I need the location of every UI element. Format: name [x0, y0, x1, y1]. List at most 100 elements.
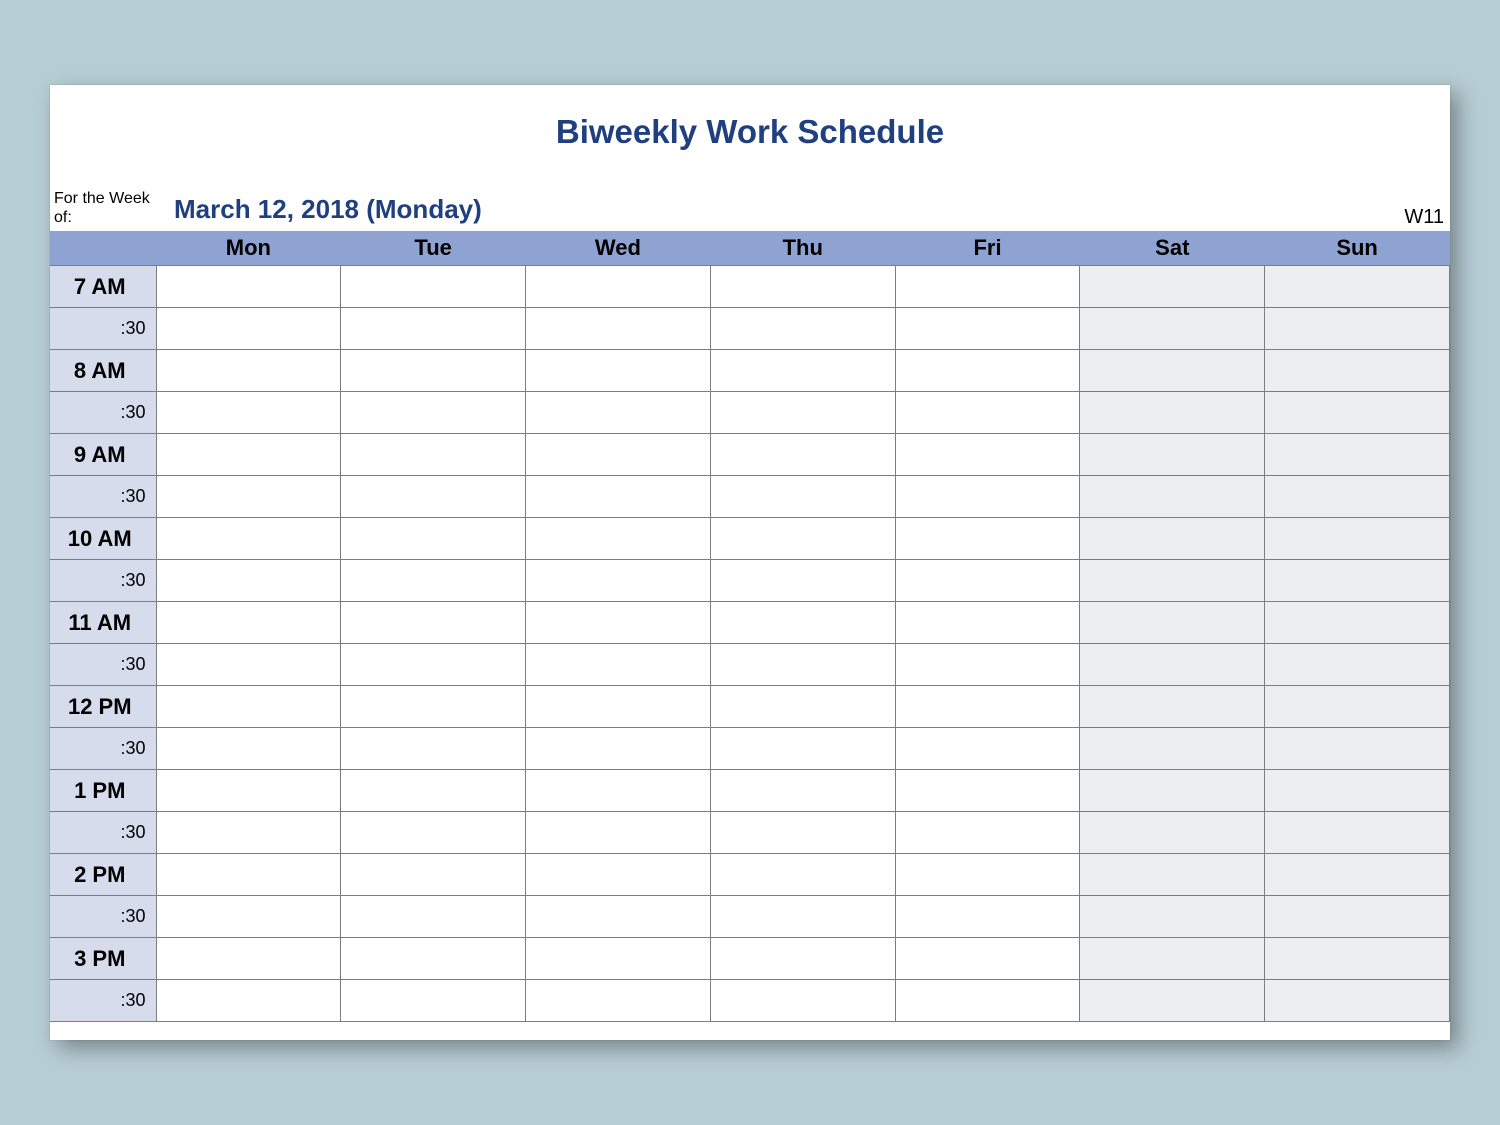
- schedule-cell[interactable]: [156, 980, 341, 1022]
- schedule-cell[interactable]: [526, 350, 711, 392]
- schedule-cell[interactable]: [1080, 434, 1265, 476]
- schedule-cell[interactable]: [526, 896, 711, 938]
- schedule-cell[interactable]: [526, 770, 711, 812]
- schedule-cell[interactable]: [341, 896, 526, 938]
- schedule-cell[interactable]: [341, 812, 526, 854]
- schedule-cell[interactable]: [1265, 938, 1450, 980]
- schedule-cell[interactable]: [1265, 350, 1450, 392]
- schedule-cell[interactable]: [1080, 350, 1265, 392]
- schedule-cell[interactable]: [156, 644, 341, 686]
- schedule-cell[interactable]: [526, 476, 711, 518]
- schedule-cell[interactable]: [341, 560, 526, 602]
- schedule-cell[interactable]: [1080, 560, 1265, 602]
- schedule-cell[interactable]: [341, 434, 526, 476]
- schedule-cell[interactable]: [710, 434, 895, 476]
- schedule-cell[interactable]: [1080, 896, 1265, 938]
- schedule-cell[interactable]: [1080, 602, 1265, 644]
- schedule-cell[interactable]: [1265, 770, 1450, 812]
- schedule-cell[interactable]: [1265, 854, 1450, 896]
- schedule-cell[interactable]: [1080, 476, 1265, 518]
- schedule-cell[interactable]: [1265, 560, 1450, 602]
- schedule-cell[interactable]: [526, 728, 711, 770]
- schedule-cell[interactable]: [1265, 728, 1450, 770]
- schedule-cell[interactable]: [156, 812, 341, 854]
- schedule-cell[interactable]: [341, 770, 526, 812]
- schedule-cell[interactable]: [156, 266, 341, 308]
- schedule-cell[interactable]: [1080, 938, 1265, 980]
- schedule-cell[interactable]: [895, 644, 1080, 686]
- schedule-cell[interactable]: [710, 896, 895, 938]
- schedule-cell[interactable]: [526, 854, 711, 896]
- schedule-cell[interactable]: [341, 938, 526, 980]
- schedule-cell[interactable]: [341, 392, 526, 434]
- schedule-cell[interactable]: [526, 812, 711, 854]
- schedule-cell[interactable]: [156, 602, 341, 644]
- schedule-cell[interactable]: [156, 560, 341, 602]
- schedule-cell[interactable]: [710, 770, 895, 812]
- schedule-cell[interactable]: [895, 896, 1080, 938]
- schedule-cell[interactable]: [526, 266, 711, 308]
- schedule-cell[interactable]: [1080, 854, 1265, 896]
- schedule-cell[interactable]: [710, 266, 895, 308]
- schedule-cell[interactable]: [895, 518, 1080, 560]
- schedule-cell[interactable]: [156, 476, 341, 518]
- schedule-cell[interactable]: [710, 350, 895, 392]
- schedule-cell[interactable]: [341, 728, 526, 770]
- schedule-cell[interactable]: [341, 266, 526, 308]
- schedule-cell[interactable]: [895, 980, 1080, 1022]
- schedule-cell[interactable]: [526, 686, 711, 728]
- schedule-cell[interactable]: [895, 812, 1080, 854]
- schedule-cell[interactable]: [895, 266, 1080, 308]
- schedule-cell[interactable]: [156, 350, 341, 392]
- schedule-cell[interactable]: [341, 350, 526, 392]
- schedule-cell[interactable]: [710, 560, 895, 602]
- schedule-cell[interactable]: [1080, 266, 1265, 308]
- schedule-cell[interactable]: [895, 938, 1080, 980]
- schedule-cell[interactable]: [1080, 644, 1265, 686]
- schedule-cell[interactable]: [156, 896, 341, 938]
- schedule-cell[interactable]: [710, 308, 895, 350]
- schedule-cell[interactable]: [895, 392, 1080, 434]
- schedule-cell[interactable]: [526, 434, 711, 476]
- schedule-cell[interactable]: [710, 644, 895, 686]
- schedule-cell[interactable]: [1080, 308, 1265, 350]
- schedule-cell[interactable]: [156, 434, 341, 476]
- schedule-cell[interactable]: [710, 812, 895, 854]
- schedule-cell[interactable]: [1265, 980, 1450, 1022]
- schedule-cell[interactable]: [1265, 434, 1450, 476]
- schedule-cell[interactable]: [710, 518, 895, 560]
- schedule-cell[interactable]: [341, 518, 526, 560]
- schedule-cell[interactable]: [895, 308, 1080, 350]
- schedule-cell[interactable]: [156, 518, 341, 560]
- schedule-cell[interactable]: [895, 602, 1080, 644]
- schedule-cell[interactable]: [341, 476, 526, 518]
- schedule-cell[interactable]: [526, 308, 711, 350]
- schedule-cell[interactable]: [895, 854, 1080, 896]
- schedule-cell[interactable]: [526, 392, 711, 434]
- schedule-cell[interactable]: [156, 392, 341, 434]
- schedule-cell[interactable]: [1080, 770, 1265, 812]
- schedule-cell[interactable]: [1080, 728, 1265, 770]
- schedule-cell[interactable]: [710, 980, 895, 1022]
- schedule-cell[interactable]: [710, 938, 895, 980]
- schedule-cell[interactable]: [1265, 392, 1450, 434]
- schedule-cell[interactable]: [1265, 644, 1450, 686]
- schedule-cell[interactable]: [526, 644, 711, 686]
- schedule-cell[interactable]: [710, 728, 895, 770]
- schedule-cell[interactable]: [156, 938, 341, 980]
- schedule-cell[interactable]: [341, 644, 526, 686]
- schedule-cell[interactable]: [895, 560, 1080, 602]
- schedule-cell[interactable]: [710, 602, 895, 644]
- schedule-cell[interactable]: [1265, 896, 1450, 938]
- schedule-cell[interactable]: [526, 938, 711, 980]
- schedule-cell[interactable]: [156, 854, 341, 896]
- schedule-cell[interactable]: [341, 854, 526, 896]
- schedule-cell[interactable]: [710, 854, 895, 896]
- schedule-cell[interactable]: [526, 560, 711, 602]
- schedule-cell[interactable]: [156, 308, 341, 350]
- schedule-cell[interactable]: [341, 308, 526, 350]
- schedule-cell[interactable]: [341, 686, 526, 728]
- schedule-cell[interactable]: [1265, 812, 1450, 854]
- schedule-cell[interactable]: [1265, 602, 1450, 644]
- schedule-cell[interactable]: [1265, 266, 1450, 308]
